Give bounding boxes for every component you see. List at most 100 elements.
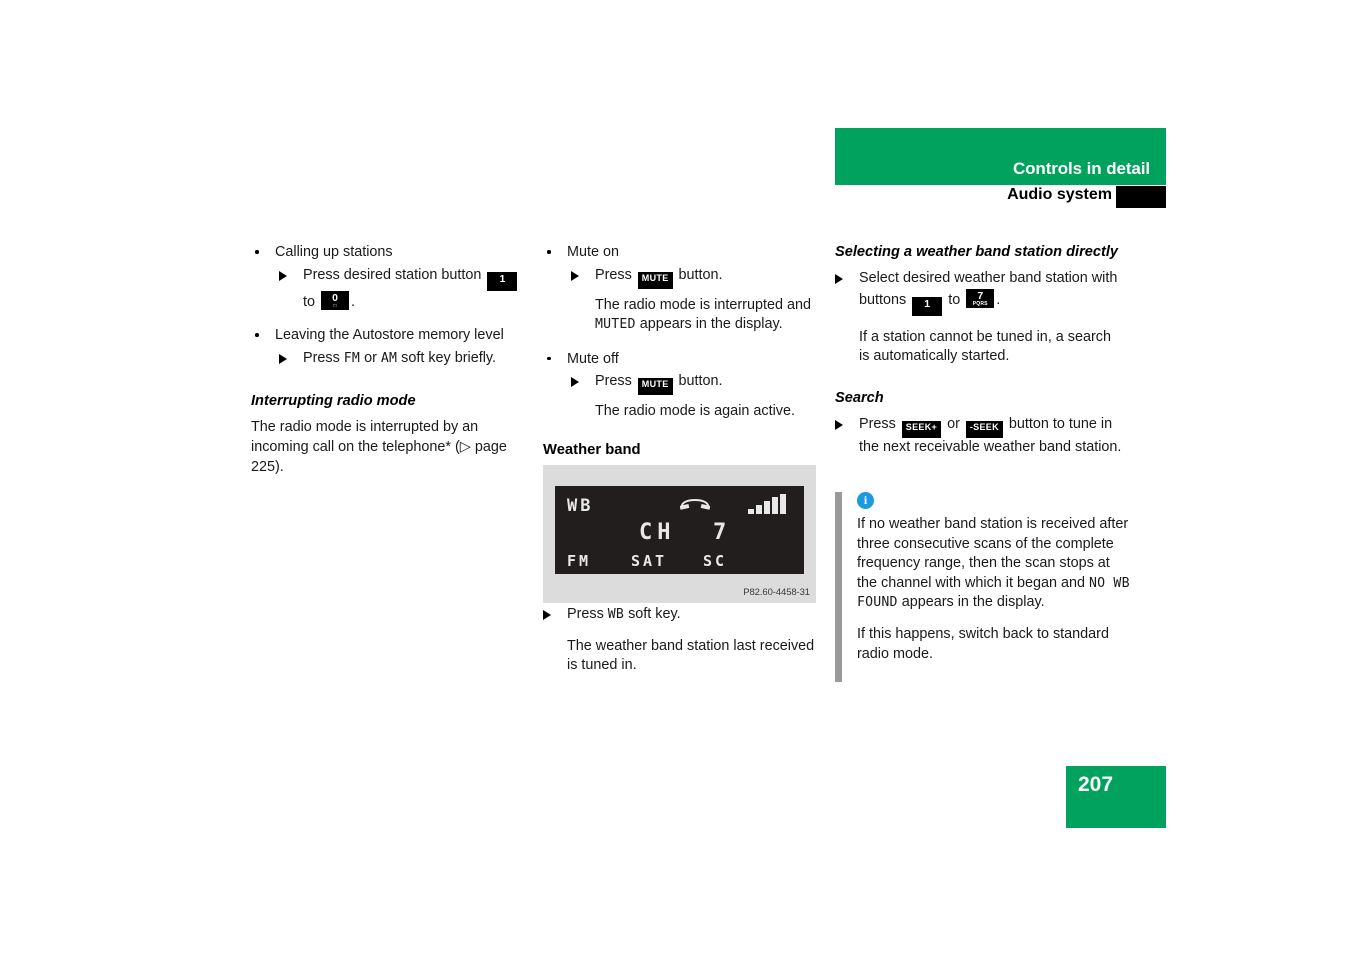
mute-on-result-pre: The radio mode is interrupted and [595, 296, 811, 313]
list-item: Calling up stations [251, 243, 529, 263]
interrupting-radio-mode-paragraph: The radio mode is interrupted by an inco… [251, 419, 507, 475]
note-paragraph-2: If this happens, switch back to standard… [857, 625, 1109, 662]
display-softkey-sat: SAT [631, 552, 668, 570]
figure-followup: Press WB soft key. The weather band stat… [543, 605, 828, 676]
display-softkey-fm: FM [567, 552, 592, 570]
bullet-dot [255, 250, 259, 254]
muted-display-text: MUTED [595, 317, 636, 333]
mute-on-result-post: appears in the display. [639, 316, 783, 333]
softkey-briefly-label: soft key briefly. [401, 349, 497, 366]
mute-button-key: MUTE [637, 271, 673, 289]
press-label: Press [567, 606, 604, 622]
middle-column: Mute on Press MUTE button. The radio mod… [543, 243, 823, 469]
seek-forward-button-key: SEEK+ [901, 420, 942, 438]
triangle-bullet-icon [835, 274, 843, 284]
page-number-badge: 207 [1066, 766, 1166, 828]
note-block: i If no weather band station is received… [835, 492, 1130, 682]
fm-softkey-label: FM [343, 350, 361, 366]
list-item: Press FM or AM soft key briefly. [251, 349, 529, 369]
button-label: button. [678, 266, 723, 283]
bullet-dot [255, 333, 259, 337]
station-button-7-letters: PQRS [972, 300, 988, 307]
signal-bars-icon [748, 494, 792, 514]
chapter-title: Controls in detail [1012, 159, 1150, 178]
search-heading: Search [835, 389, 884, 406]
list-item: Press MUTE button. [543, 372, 823, 396]
press-label: Press [859, 415, 896, 432]
list-item: Press MUTE button. [543, 266, 823, 289]
press-label: Press [595, 373, 632, 390]
softkey-label: soft key. [628, 606, 681, 622]
section-header: Audio system [835, 186, 1166, 211]
mute-on-result: The radio mode is interrupted and MUTED … [543, 296, 823, 335]
bullet-dot [547, 356, 551, 361]
select-station-result: If a station cannot be tuned in, a searc… [859, 328, 1112, 365]
station-button-7-key: 7 PQRS [966, 288, 995, 308]
to-label: to [948, 291, 961, 308]
display-channel-number: 7 [713, 520, 730, 545]
weather-band-result: The weather band station last received i… [567, 637, 815, 674]
triangle-bullet-icon [279, 353, 287, 364]
bullet-dot [547, 250, 551, 254]
list-item: Select desired weather band station with… [835, 269, 1125, 316]
note-paragraph-1: If no weather band station is received a… [857, 515, 1130, 613]
mute-on-label: Mute on [567, 244, 619, 260]
or-label: or [947, 415, 960, 432]
station-button-1-key: 1 [912, 296, 943, 316]
or-label: or [364, 349, 377, 366]
station-button-0-key: 0 □ [321, 290, 350, 310]
triangle-bullet-icon [571, 270, 579, 281]
to-label: to [303, 293, 316, 310]
page-number: 207 [1078, 773, 1114, 796]
seek-back-button-key: -SEEK [965, 420, 1003, 438]
weather-band-heading: Weather band [543, 441, 641, 458]
station-button-0-sub: □ [333, 302, 337, 309]
wb-softkey-label: WB [607, 607, 625, 622]
chapter-header-banner: Controls in detail [835, 128, 1166, 185]
radio-display-figure: WB CH 7 FM SAT SC P82.60-4458-31 [543, 465, 816, 603]
am-softkey-label: AM [380, 350, 398, 366]
triangle-bullet-icon [835, 419, 843, 430]
left-column: Calling up stations Press desired statio… [251, 243, 529, 477]
press-label: Press [303, 349, 340, 366]
mute-button-key: MUTE [637, 378, 673, 396]
triangle-bullet-icon [571, 377, 579, 388]
press-label: Press [595, 266, 632, 283]
button-label: button. [678, 373, 723, 390]
period-2: . [996, 291, 1001, 308]
list-item: Press WB soft key. [543, 605, 828, 625]
list-item: Press SEEK+ or -SEEK button to tune in t… [835, 415, 1125, 458]
note-p1-post: appears in the display. [901, 594, 1045, 611]
mute-off-result: The radio mode is again active. [595, 403, 795, 420]
calling-up-stations-label: Calling up stations [275, 244, 393, 260]
interrupting-radio-mode-heading: Interrupting radio mode [251, 393, 416, 410]
station-button-1-key: 1 [487, 271, 518, 291]
manual-page: Controls in detail Audio system Calling … [0, 0, 1351, 954]
list-item: Mute off [543, 350, 823, 370]
display-band-text: WB [567, 496, 594, 516]
list-item: Press desired station button 1 to 0 □ . [251, 266, 529, 313]
selecting-weather-band-heading: Selecting a weather band station directl… [835, 244, 1119, 260]
phone-icon [680, 499, 710, 510]
section-thumb-tab [1116, 186, 1166, 208]
list-item: Mute on [543, 243, 823, 263]
triangle-bullet-icon [279, 270, 287, 281]
radio-display-screen: WB CH 7 FM SAT SC [555, 486, 804, 574]
leaving-autostore-label: Leaving the Autostore memory level [275, 327, 504, 344]
station-button-7-digit: 7 [977, 289, 984, 302]
section-title: Audio system [1007, 186, 1112, 203]
display-softkey-sc: SC [703, 552, 728, 570]
note-p1-pre: If no weather band station is received a… [857, 516, 1129, 591]
note-body: i If no weather band station is received… [835, 492, 1130, 664]
info-icon: i [857, 492, 874, 509]
period-1: . [351, 293, 356, 310]
triangle-bullet-icon [543, 610, 551, 620]
display-channel-label: CH [639, 520, 676, 545]
list-item: Leaving the Autostore memory level [251, 326, 529, 346]
press-station-button-text: Press desired station button [303, 266, 482, 283]
